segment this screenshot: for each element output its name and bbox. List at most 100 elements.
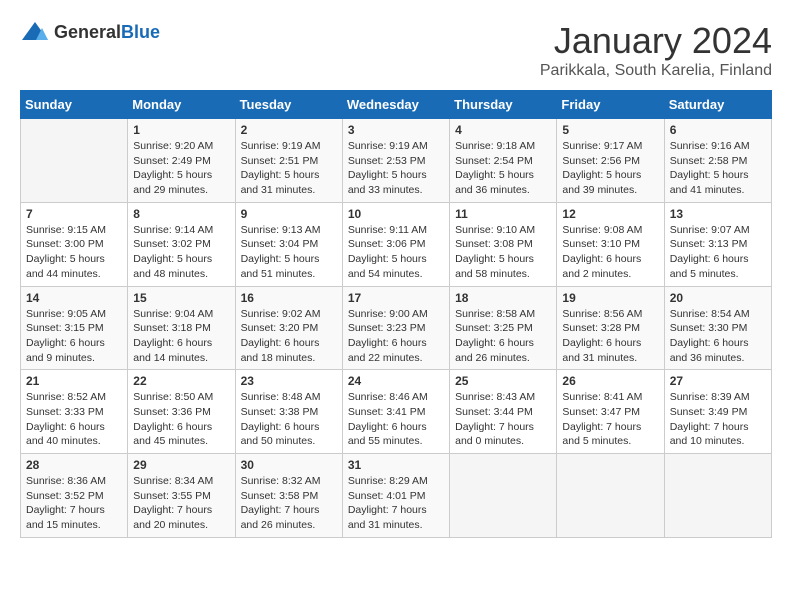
header-cell-tuesday: Tuesday [235, 91, 342, 119]
week-row-2: 7 Sunrise: 9:15 AMSunset: 3:00 PMDaylight… [21, 202, 772, 286]
day-cell: 14 Sunrise: 9:05 AMSunset: 3:15 PMDayligh… [21, 286, 128, 370]
day-number: 1 [133, 123, 229, 137]
day-number: 13 [670, 207, 766, 221]
day-cell: 2 Sunrise: 9:19 AMSunset: 2:51 PMDaylight… [235, 119, 342, 203]
day-info: Sunrise: 8:41 AMSunset: 3:47 PMDaylight:… [562, 390, 658, 449]
day-number: 21 [26, 374, 122, 388]
calendar-subtitle: Parikkala, South Karelia, Finland [540, 62, 772, 80]
calendar-table: SundayMondayTuesdayWednesdayThursdayFrid… [20, 90, 772, 538]
calendar-title: January 2024 [540, 20, 772, 62]
day-info: Sunrise: 9:11 AMSunset: 3:06 PMDaylight:… [348, 223, 444, 282]
day-number: 17 [348, 291, 444, 305]
day-info: Sunrise: 9:07 AMSunset: 3:13 PMDaylight:… [670, 223, 766, 282]
day-cell: 15 Sunrise: 9:04 AMSunset: 3:18 PMDayligh… [128, 286, 235, 370]
day-number: 28 [26, 458, 122, 472]
day-cell: 27Sunrise: 8:39 AMSunset: 3:49 PMDayligh… [664, 370, 771, 454]
day-info: Sunrise: 9:18 AMSunset: 2:54 PMDaylight:… [455, 139, 551, 198]
day-number: 14 [26, 291, 122, 305]
day-cell: 25 Sunrise: 8:43 AMSunset: 3:44 PMDayligh… [450, 370, 557, 454]
day-number: 26 [562, 374, 658, 388]
day-info: Sunrise: 8:32 AMSunset: 3:58 PMDaylight:… [241, 474, 337, 533]
day-number: 4 [455, 123, 551, 137]
day-cell: 17 Sunrise: 9:00 AMSunset: 3:23 PMDayligh… [342, 286, 449, 370]
day-cell: 29Sunrise: 8:34 AMSunset: 3:55 PMDayligh… [128, 454, 235, 538]
day-number: 27 [670, 374, 766, 388]
day-number: 15 [133, 291, 229, 305]
day-info: Sunrise: 9:05 AMSunset: 3:15 PMDaylight:… [26, 307, 122, 366]
day-cell: 23Sunrise: 8:48 AMSunset: 3:38 PMDayligh… [235, 370, 342, 454]
day-number: 16 [241, 291, 337, 305]
day-number: 19 [562, 291, 658, 305]
day-number: 9 [241, 207, 337, 221]
day-cell [664, 454, 771, 538]
day-number: 6 [670, 123, 766, 137]
day-cell: 11Sunrise: 9:10 AMSunset: 3:08 PMDayligh… [450, 202, 557, 286]
day-cell: 18 Sunrise: 8:58 AMSunset: 3:25 PMDayligh… [450, 286, 557, 370]
day-cell: 6Sunrise: 9:16 AMSunset: 2:58 PMDaylight… [664, 119, 771, 203]
day-number: 2 [241, 123, 337, 137]
day-info: Sunrise: 9:00 AMSunset: 3:23 PMDaylight:… [348, 307, 444, 366]
day-number: 24 [348, 374, 444, 388]
day-number: 12 [562, 207, 658, 221]
day-info: Sunrise: 9:02 AMSunset: 3:20 PMDaylight:… [241, 307, 337, 366]
day-number: 3 [348, 123, 444, 137]
header-cell-friday: Friday [557, 91, 664, 119]
day-info: Sunrise: 8:46 AMSunset: 3:41 PMDaylight:… [348, 390, 444, 449]
header-cell-wednesday: Wednesday [342, 91, 449, 119]
calendar-body: 1Sunrise: 9:20 AMSunset: 2:49 PMDaylight… [21, 119, 772, 538]
day-cell: 8 Sunrise: 9:14 AMSunset: 3:02 PMDaylight… [128, 202, 235, 286]
day-info: Sunrise: 8:43 AMSunset: 3:44 PMDaylight:… [455, 390, 551, 449]
week-row-4: 21 Sunrise: 8:52 AMSunset: 3:33 PMDayligh… [21, 370, 772, 454]
day-info: Sunrise: 8:56 AMSunset: 3:28 PMDaylight:… [562, 307, 658, 366]
day-info: Sunrise: 8:58 AMSunset: 3:25 PMDaylight:… [455, 307, 551, 366]
day-number: 5 [562, 123, 658, 137]
day-cell: 12 Sunrise: 9:08 AMSunset: 3:10 PMDayligh… [557, 202, 664, 286]
day-cell [21, 119, 128, 203]
day-number: 8 [133, 207, 229, 221]
day-number: 22 [133, 374, 229, 388]
header-cell-thursday: Thursday [450, 91, 557, 119]
logo: GeneralBlue [20, 20, 160, 44]
day-cell: 13 Sunrise: 9:07 AMSunset: 3:13 PMDayligh… [664, 202, 771, 286]
day-info: Sunrise: 9:19 AMSunset: 2:51 PMDaylight:… [241, 139, 337, 198]
day-cell: 22Sunrise: 8:50 AMSunset: 3:36 PMDayligh… [128, 370, 235, 454]
day-number: 31 [348, 458, 444, 472]
day-info: Sunrise: 9:10 AMSunset: 3:08 PMDaylight:… [455, 223, 551, 282]
day-number: 7 [26, 207, 122, 221]
header-row: SundayMondayTuesdayWednesdayThursdayFrid… [21, 91, 772, 119]
title-area: January 2024 Parikkala, South Karelia, F… [540, 20, 772, 80]
day-cell: 30 Sunrise: 8:32 AMSunset: 3:58 PMDayligh… [235, 454, 342, 538]
day-cell: 10 Sunrise: 9:11 AMSunset: 3:06 PMDayligh… [342, 202, 449, 286]
day-info: Sunrise: 9:13 AMSunset: 3:04 PMDaylight:… [241, 223, 337, 282]
calendar-header: SundayMondayTuesdayWednesdayThursdayFrid… [21, 91, 772, 119]
day-info: Sunrise: 8:36 AMSunset: 3:52 PMDaylight:… [26, 474, 122, 533]
day-info: Sunrise: 8:54 AMSunset: 3:30 PMDaylight:… [670, 307, 766, 366]
day-cell [557, 454, 664, 538]
logo-text-general: General [54, 22, 121, 42]
day-cell: 1Sunrise: 9:20 AMSunset: 2:49 PMDaylight… [128, 119, 235, 203]
day-info: Sunrise: 9:08 AMSunset: 3:10 PMDaylight:… [562, 223, 658, 282]
day-info: Sunrise: 9:15 AMSunset: 3:00 PMDaylight:… [26, 223, 122, 282]
header: GeneralBlue January 2024 Parikkala, Sout… [20, 20, 772, 80]
day-cell: 20 Sunrise: 8:54 AMSunset: 3:30 PMDayligh… [664, 286, 771, 370]
day-info: Sunrise: 9:14 AMSunset: 3:02 PMDaylight:… [133, 223, 229, 282]
day-cell: 26 Sunrise: 8:41 AMSunset: 3:47 PMDayligh… [557, 370, 664, 454]
day-number: 25 [455, 374, 551, 388]
day-info: Sunrise: 8:34 AMSunset: 3:55 PMDaylight:… [133, 474, 229, 533]
day-info: Sunrise: 8:52 AMSunset: 3:33 PMDaylight:… [26, 390, 122, 449]
day-cell: 28 Sunrise: 8:36 AMSunset: 3:52 PMDayligh… [21, 454, 128, 538]
day-cell: 16 Sunrise: 9:02 AMSunset: 3:20 PMDayligh… [235, 286, 342, 370]
day-cell: 3Sunrise: 9:19 AMSunset: 2:53 PMDaylight… [342, 119, 449, 203]
header-cell-sunday: Sunday [21, 91, 128, 119]
day-number: 10 [348, 207, 444, 221]
day-cell: 24 Sunrise: 8:46 AMSunset: 3:41 PMDayligh… [342, 370, 449, 454]
logo-icon [20, 20, 50, 44]
day-info: Sunrise: 9:04 AMSunset: 3:18 PMDaylight:… [133, 307, 229, 366]
day-number: 20 [670, 291, 766, 305]
week-row-3: 14 Sunrise: 9:05 AMSunset: 3:15 PMDayligh… [21, 286, 772, 370]
logo-text-blue: Blue [121, 22, 160, 42]
day-number: 30 [241, 458, 337, 472]
day-number: 18 [455, 291, 551, 305]
week-row-1: 1Sunrise: 9:20 AMSunset: 2:49 PMDaylight… [21, 119, 772, 203]
day-info: Sunrise: 9:17 AMSunset: 2:56 PMDaylight:… [562, 139, 658, 198]
